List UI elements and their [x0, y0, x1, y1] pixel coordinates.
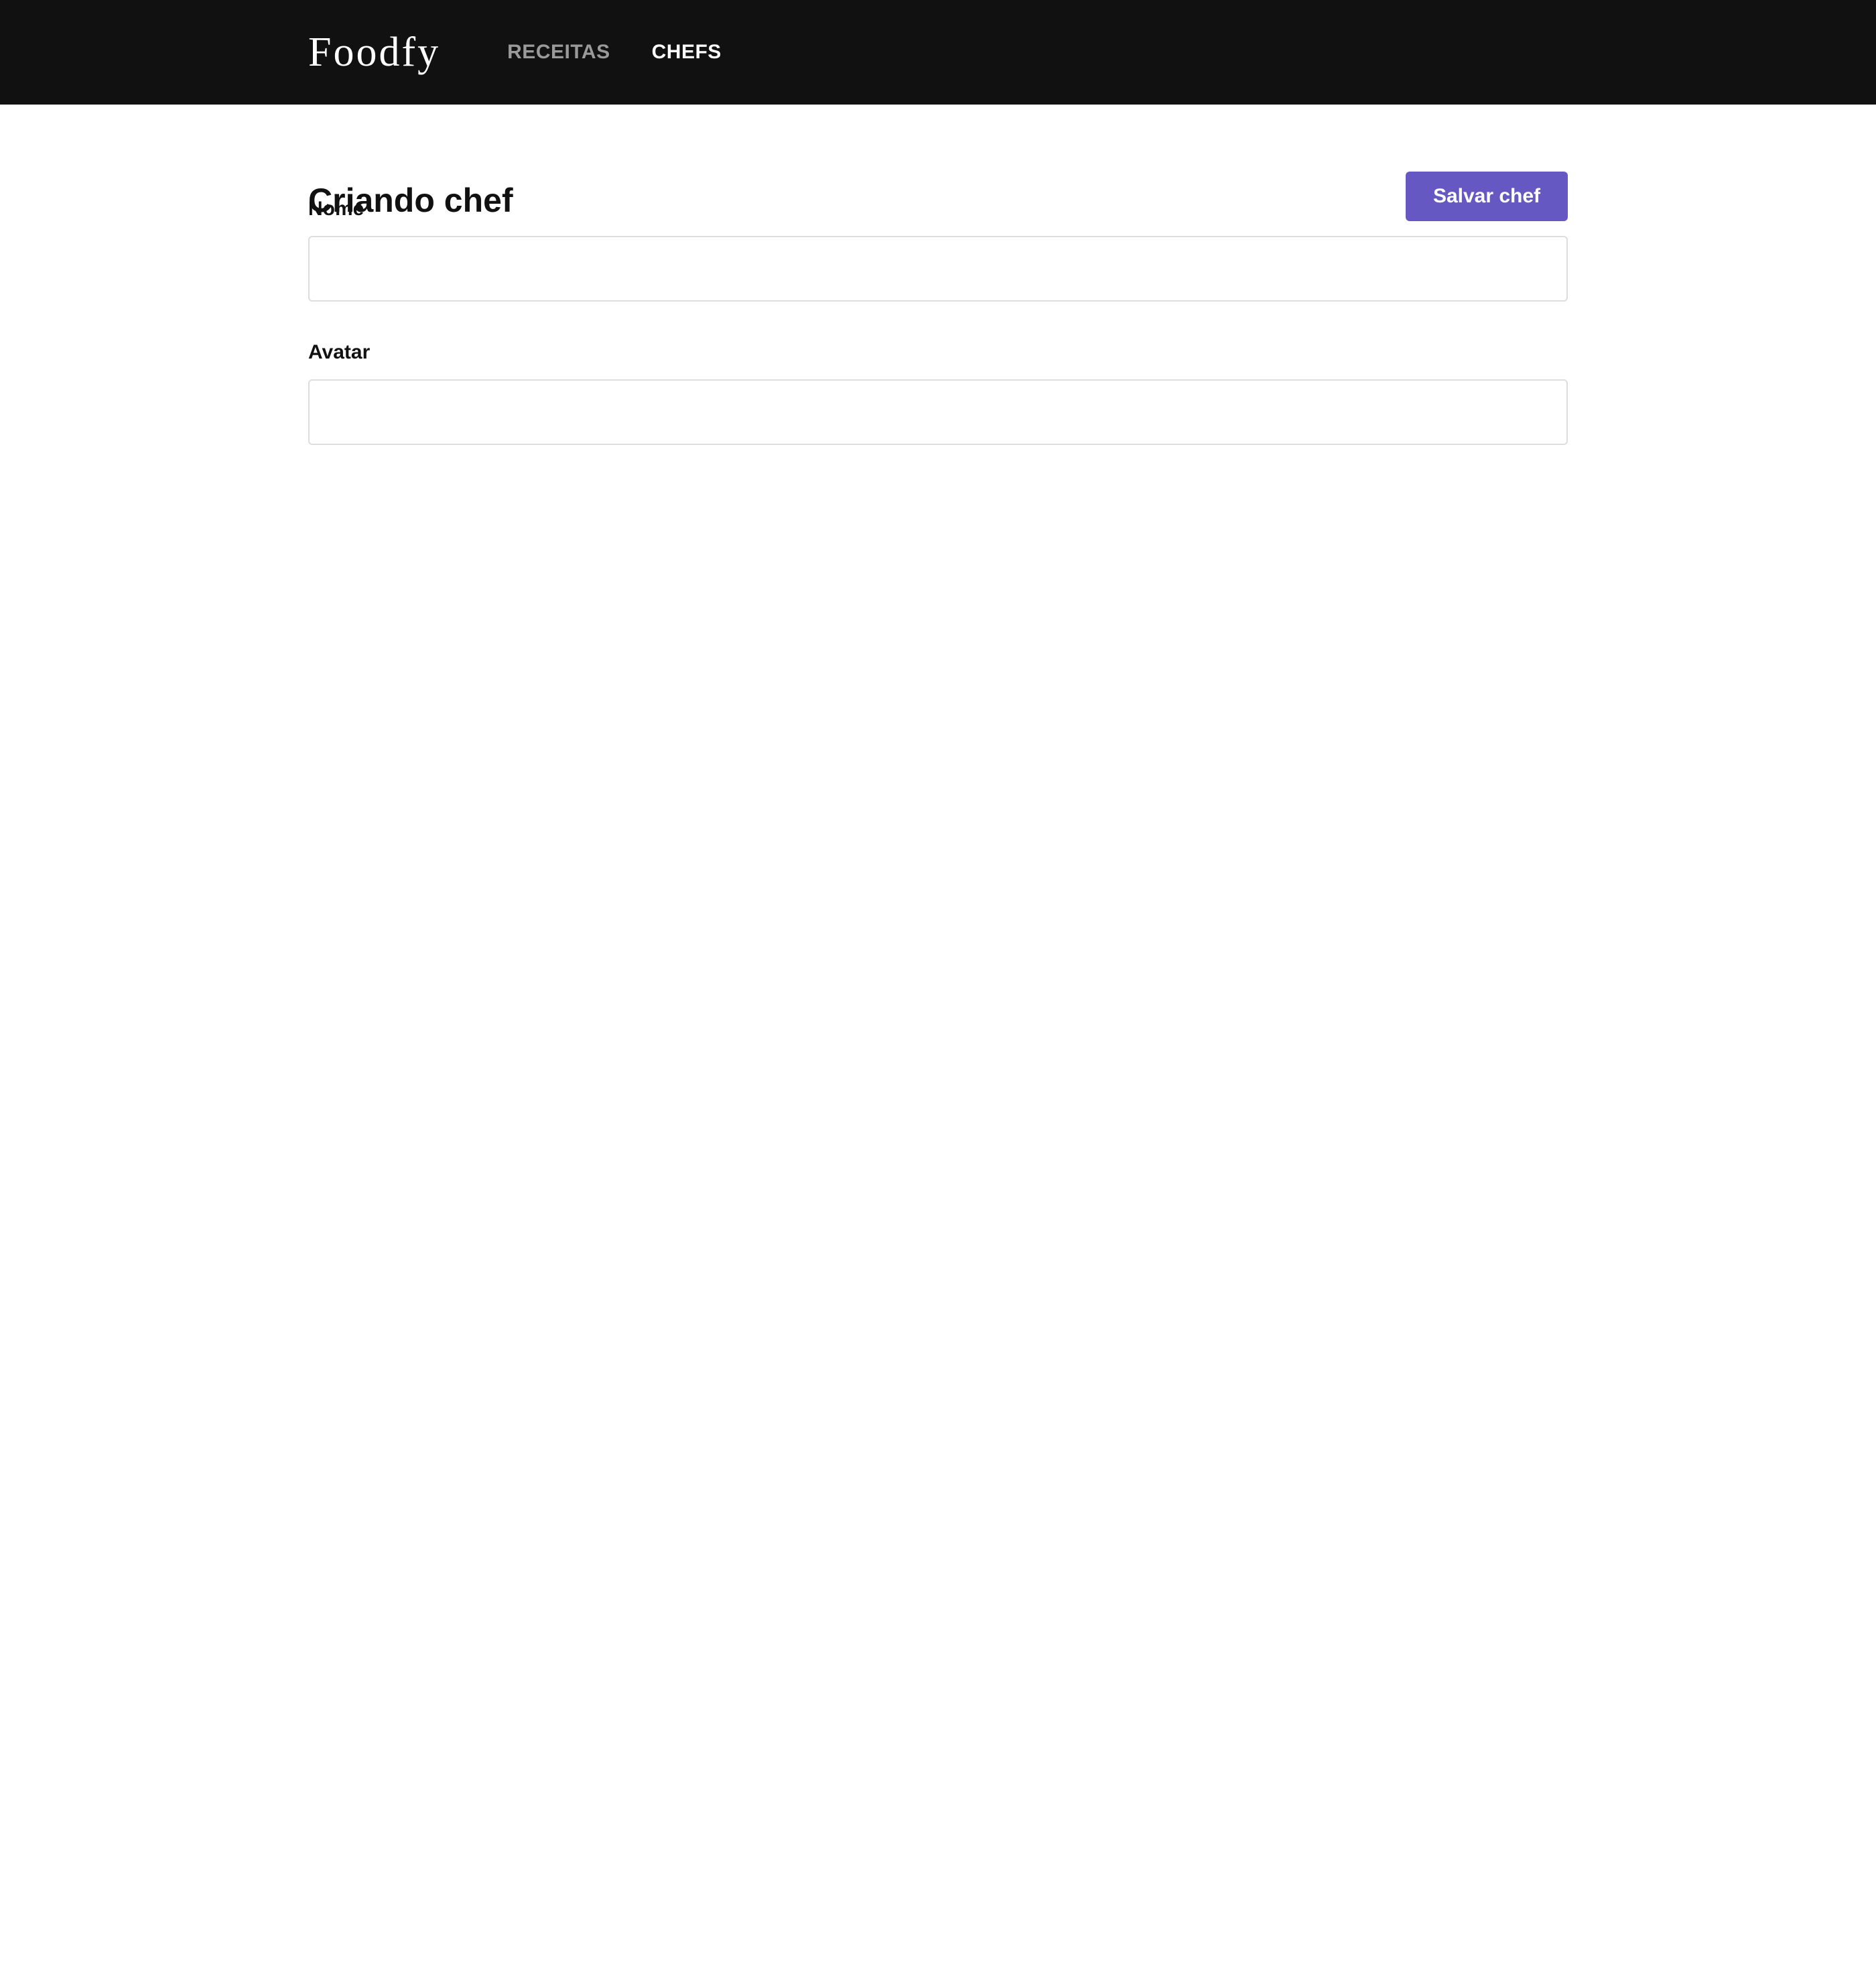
- field-avatar: Avatar: [308, 339, 1568, 445]
- save-chef-button[interactable]: Salvar chef: [1406, 172, 1568, 221]
- page-header: Criando chef Salvar chef: [308, 105, 1568, 265]
- nav-link-receitas[interactable]: RECEITAS: [507, 41, 610, 64]
- top-navigation-bar: Foodfy RECEITAS CHEFS: [0, 0, 1876, 105]
- main-nav: RECEITAS CHEFS: [507, 41, 722, 64]
- main-content: Criando chef Salvar chef Nome Avatar: [308, 105, 1568, 483]
- avatar-input[interactable]: [308, 379, 1568, 445]
- page-title: Criando chef: [308, 182, 513, 219]
- topbar-content: Foodfy RECEITAS CHEFS: [308, 0, 722, 105]
- nav-link-chefs[interactable]: CHEFS: [652, 41, 722, 64]
- avatar-label: Avatar: [308, 341, 371, 363]
- logo[interactable]: Foodfy: [308, 29, 440, 76]
